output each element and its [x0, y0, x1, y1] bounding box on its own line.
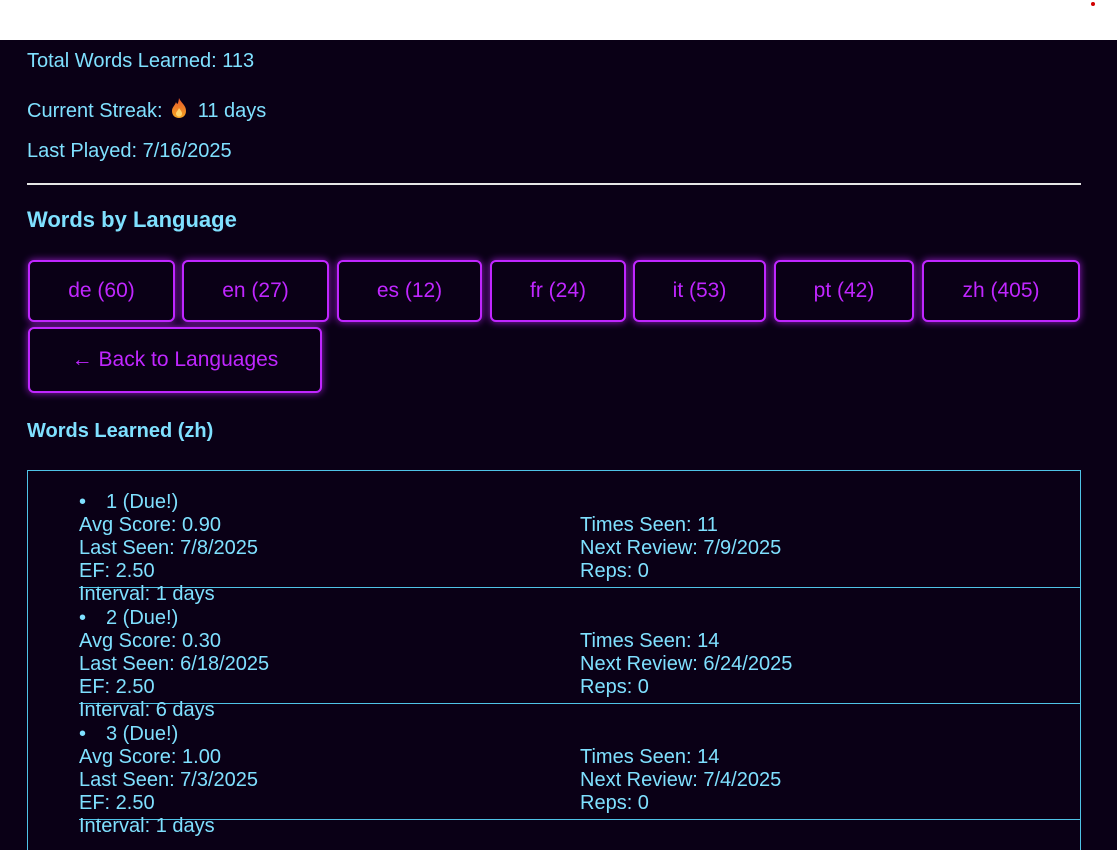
- current-streak: Current Streak: 11 days: [27, 97, 266, 125]
- word-title-text: 3 (Due!): [106, 723, 179, 745]
- streak-label: Current Streak:: [27, 100, 163, 122]
- language-button-zh[interactable]: zh (405): [922, 260, 1080, 322]
- language-button-es[interactable]: es (12): [337, 260, 482, 322]
- total-words-learned: Total Words Learned: 113: [27, 50, 255, 72]
- next-review: Next Review: 7/9/2025: [580, 537, 782, 559]
- word-stats-right: Times Seen: 14 Next Review: 7/4/2025 Rep…: [580, 746, 781, 815]
- avg-score: Avg Score: 0.30: [79, 630, 221, 652]
- word-item[interactable]: • 1 (Due!) Avg Score: 0.90 Last Seen: 7/…: [79, 471, 1080, 605]
- words-list-panel: • 1 (Due!) Avg Score: 0.90 Last Seen: 7/…: [27, 470, 1081, 850]
- bullet: •: [79, 607, 87, 629]
- avg-score: Avg Score: 0.90: [79, 514, 221, 536]
- word-title-text: 1 (Due!): [106, 491, 179, 513]
- word-stats-right: Times Seen: 14 Next Review: 6/24/2025 Re…: [580, 630, 792, 699]
- times-seen: Times Seen: 14: [580, 746, 720, 768]
- fire-icon: [170, 97, 188, 125]
- reps: Reps: 0: [580, 676, 649, 698]
- ef-value: EF: 2.50: [79, 560, 155, 582]
- ef-value: EF: 2.50: [79, 676, 155, 698]
- word-stats-left: Avg Score: 1.00 Last Seen: 7/3/2025 EF: …: [79, 746, 258, 838]
- streak-value: 11 days: [197, 100, 267, 122]
- bullet: •: [79, 491, 87, 513]
- language-button-fr[interactable]: fr (24): [490, 260, 626, 322]
- ef-value: EF: 2.50: [79, 792, 155, 814]
- word-item[interactable]: • 3 (Due!) Avg Score: 1.00 Last Seen: 7/…: [79, 703, 1080, 837]
- times-seen: Times Seen: 11: [580, 514, 718, 536]
- last-seen: Last Seen: 6/18/2025: [79, 653, 270, 675]
- browser-top-bar: [0, 0, 1117, 40]
- next-review: Next Review: 7/4/2025: [580, 769, 782, 791]
- section-title: Words by Language: [27, 207, 237, 232]
- language-button-en[interactable]: en (27): [182, 260, 329, 322]
- last-seen: Last Seen: 7/8/2025: [79, 537, 259, 559]
- language-button-pt[interactable]: pt (42): [774, 260, 914, 322]
- back-to-languages-button[interactable]: ← Back to Languages: [28, 327, 322, 393]
- next-review: Next Review: 6/24/2025: [580, 653, 793, 675]
- last-seen: Last Seen: 7/3/2025: [79, 769, 259, 791]
- bullet: •: [79, 723, 87, 745]
- word-title-text: 2 (Due!): [106, 607, 179, 629]
- interval: Interval: 1 days: [79, 815, 215, 837]
- last-played: Last Played: 7/16/2025: [27, 140, 232, 162]
- word-stats-right: Times Seen: 11 Next Review: 7/9/2025 Rep…: [580, 514, 781, 583]
- reps: Reps: 0: [580, 560, 649, 582]
- word-item[interactable]: • 2 (Due!) Avg Score: 0.30 Last Seen: 6/…: [79, 587, 1080, 721]
- notification-dot: [1091, 2, 1095, 6]
- language-button-de[interactable]: de (60): [28, 260, 175, 322]
- avg-score: Avg Score: 1.00: [79, 746, 221, 768]
- reps: Reps: 0: [580, 792, 649, 814]
- times-seen: Times Seen: 14: [580, 630, 720, 652]
- divider: [27, 183, 1081, 185]
- words-learned-title: Words Learned (zh): [27, 420, 214, 442]
- language-button-it[interactable]: it (53): [633, 260, 766, 322]
